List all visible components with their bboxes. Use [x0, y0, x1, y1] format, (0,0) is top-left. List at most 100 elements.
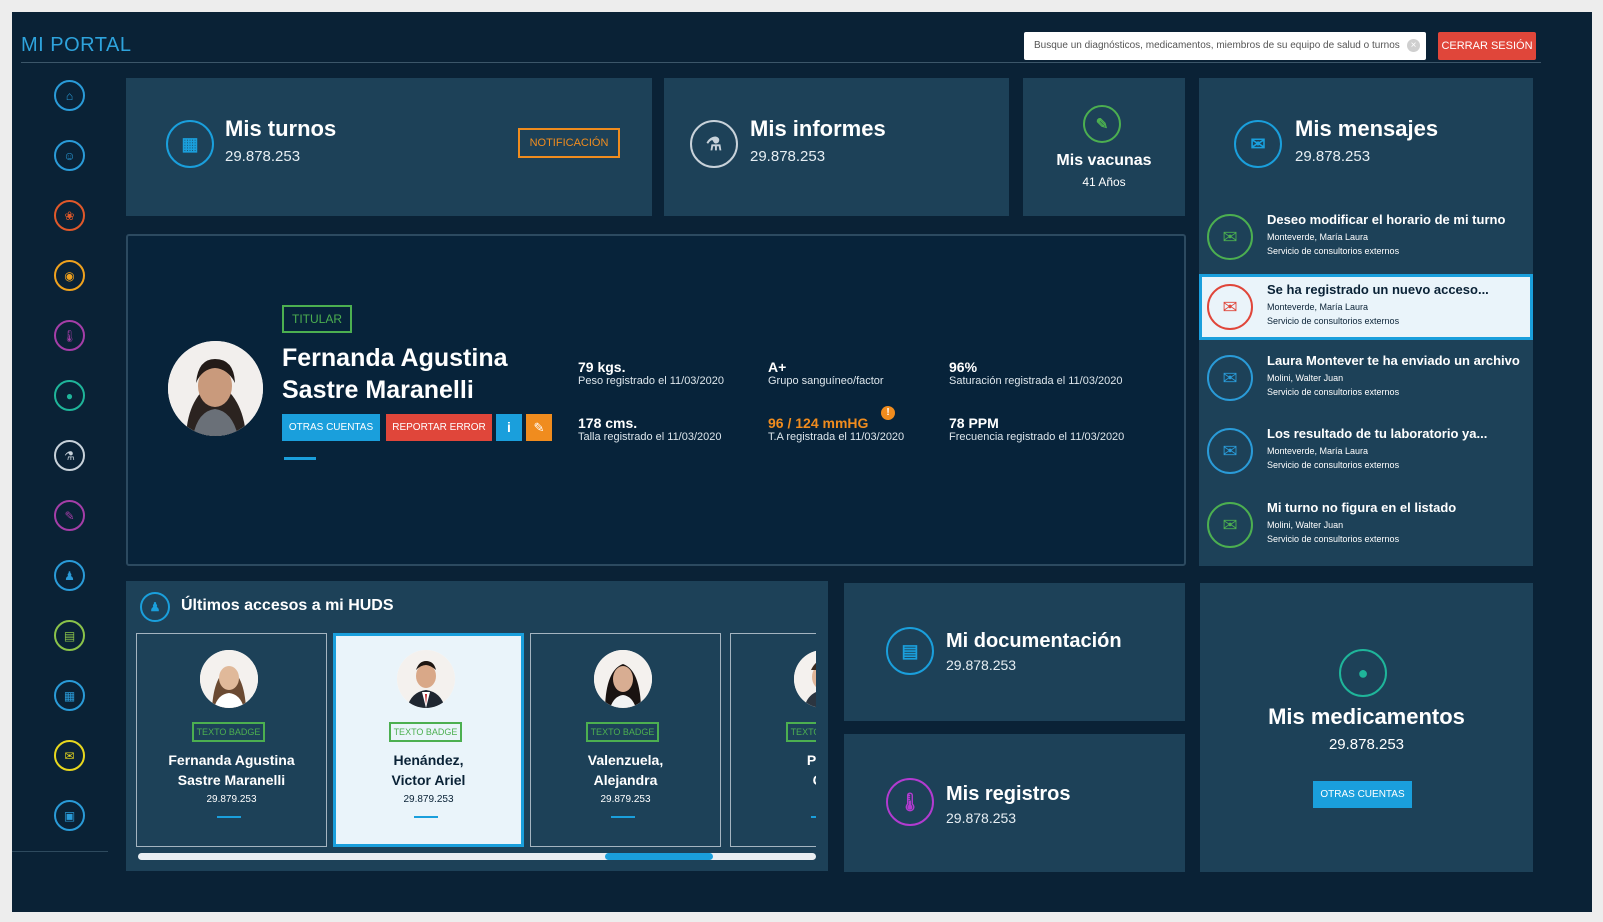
mensajes-number: 29.878.253	[1295, 148, 1371, 165]
briefcase-icon[interactable]: ▣	[54, 800, 85, 831]
message-from: Monteverde, María Laura	[1267, 446, 1369, 456]
message-item[interactable]: ✉ Se ha registrado un nuevo acceso... Mo…	[1199, 274, 1533, 340]
avatar	[168, 341, 263, 436]
document-search-icon[interactable]: ▤	[54, 620, 85, 651]
message-service: Servicio de consultorios externos	[1267, 387, 1400, 397]
clear-search-icon[interactable]: ×	[1407, 39, 1420, 52]
person-card[interactable]: TEXTO BADGE Henández, Victor Ariel 29.87…	[333, 633, 524, 847]
person-name: Henández, Victor Ariel	[336, 750, 521, 790]
alert-icon: !	[881, 406, 895, 420]
profile-name-line1: Fernanda Agustina	[282, 344, 508, 372]
mensajes-title: Mis mensajes	[1295, 116, 1439, 141]
profile-panel: TITULAR Fernanda Agustina Sastre Maranel…	[126, 234, 1186, 566]
profile-underline	[284, 457, 316, 460]
message-item[interactable]: ✉ Laura Montever te ha enviado un archiv…	[1199, 345, 1533, 411]
mail-check-icon: ✉	[1207, 214, 1253, 260]
search-eye-icon[interactable]: ◉	[54, 260, 85, 291]
saturation-value: 96%	[949, 359, 978, 375]
turnos-title: Mis turnos	[225, 116, 337, 141]
person-name-line1: Henández,	[393, 752, 464, 768]
app-title: MI PORTAL	[21, 34, 132, 56]
message-service: Servicio de consultorios externos	[1267, 534, 1400, 544]
height-label: Talla registrado el 11/03/2020	[578, 431, 722, 443]
weight-label: Peso registrado el 11/03/2020	[578, 375, 724, 387]
turnos-card[interactable]: ▦ Mis turnos 29.878.253 NOTIFICACIÓN	[126, 78, 652, 216]
person-badge: TEXTO BADGE	[786, 722, 816, 742]
other-accounts-button[interactable]: OTRAS CUENTAS	[1313, 781, 1412, 808]
person-card[interactable]: TEXTO BADGE Perez Cas 29.8	[730, 633, 816, 847]
saturation-label: Saturación registrada el 11/03/2020	[949, 375, 1123, 387]
person-name: Perez Cas	[731, 750, 816, 790]
person-underline	[611, 816, 635, 818]
syringe-icon: ✎	[1083, 105, 1121, 143]
pulse-value: 78 PPM	[949, 415, 999, 431]
person-badge: TEXTO BADGE	[192, 722, 265, 742]
mensajes-card: ✉ Mis mensajes 29.878.253 ✉ Deseo modifi…	[1199, 78, 1533, 566]
doctor-icon[interactable]: ☺	[54, 140, 85, 171]
logout-button[interactable]: CERRAR SESIÓN	[1438, 32, 1536, 60]
calendar-icon[interactable]: ▦	[54, 680, 85, 711]
person-name-line2: Alejandra	[593, 772, 658, 788]
mail-reply-icon: ✉	[1207, 355, 1253, 401]
notification-button[interactable]: NOTIFICACIÓN	[518, 128, 620, 158]
person-name-line1: Perez	[806, 752, 816, 768]
home-icon[interactable]: ⌂	[54, 80, 85, 111]
person-number: 29.879.253	[403, 794, 454, 805]
vacunas-card[interactable]: ✎ Mis vacunas 41 Años	[1023, 78, 1185, 216]
person-name-line2: Cas	[731, 770, 816, 790]
medicamentos-card[interactable]: ● Mis medicamentos 29.878.253 OTRAS CUEN…	[1200, 583, 1533, 872]
profile-name-line2: Sastre Maranelli	[282, 376, 474, 404]
other-accounts-button[interactable]: OTRAS CUENTAS	[282, 414, 380, 441]
avatar	[794, 650, 816, 708]
person-number: 29.879.253	[206, 794, 257, 805]
mail-icon[interactable]: ✉	[54, 740, 85, 771]
person-card[interactable]: TEXTO BADGE Valenzuela, Alejandra 29.879…	[530, 633, 721, 847]
profile-name: Fernanda Agustina Sastre Maranelli	[282, 342, 508, 406]
person-card[interactable]: TEXTO BADGE Fernanda Agustina Sastre Mar…	[136, 633, 327, 847]
documentacion-number: 29.878.253	[946, 657, 1017, 673]
documentacion-card[interactable]: ▤ Mi documentación 29.878.253	[844, 583, 1185, 721]
mail-alert-icon: ✉	[1207, 284, 1253, 330]
registros-card[interactable]: 🌡 Mis registros 29.878.253	[844, 734, 1185, 872]
accesos-card: ♟ Últimos accesos a mi HUDS TEXTO BADGE …	[126, 581, 828, 871]
person-name: Valenzuela, Alejandra	[531, 750, 720, 790]
turnos-number: 29.878.253	[225, 148, 301, 165]
blood-pressure-label: T.A registrada el 11/03/2020	[768, 431, 905, 443]
app-frame: MI PORTAL Busque un diagnósticos, medica…	[12, 12, 1592, 912]
person-name: Fernanda Agustina Sastre Maranelli	[137, 750, 326, 790]
blood-type-value: A+	[768, 359, 787, 375]
calendar-icon: ▦	[166, 120, 214, 168]
informes-number: 29.878.253	[750, 148, 826, 165]
person-underline	[811, 816, 816, 818]
header-divider	[21, 62, 1541, 63]
message-title: Los resultado de tu laboratorio ya...	[1267, 426, 1488, 441]
info-button[interactable]: i	[496, 414, 522, 441]
height-value: 178 cms.	[578, 415, 638, 431]
search-input[interactable]: Busque un diagnósticos, medicamentos, mi…	[1024, 32, 1426, 60]
pencil-icon: ✎	[533, 420, 545, 435]
message-item[interactable]: ✉ Mi turno no figura en el listado Molin…	[1199, 492, 1533, 558]
thermometer-icon[interactable]: 🌡	[54, 320, 85, 351]
scrollbar-thumb[interactable]	[605, 853, 713, 860]
mail-reply-icon: ✉	[1207, 428, 1253, 474]
pills-icon[interactable]: ●	[54, 380, 85, 411]
syringe-icon[interactable]: ✎	[54, 500, 85, 531]
report-error-button[interactable]: REPORTAR ERROR	[386, 414, 492, 441]
blood-type-label: Grupo sanguíneo/factor	[768, 375, 884, 387]
message-service: Servicio de consultorios externos	[1267, 460, 1400, 470]
scrollbar-track[interactable]	[138, 853, 816, 860]
message-item[interactable]: ✉ Deseo modificar el horario de mi turno…	[1199, 204, 1533, 270]
flask-icon[interactable]: ⚗	[54, 440, 85, 471]
edit-button[interactable]: ✎	[526, 414, 552, 441]
family-icon[interactable]: ♟	[54, 560, 85, 591]
person-name-line1: Fernanda Agustina	[168, 752, 295, 768]
accesos-carousel: TEXTO BADGE Fernanda Agustina Sastre Mar…	[136, 581, 816, 871]
blood-pressure-stat: 96 / 124 mmHG T.A registrada el 11/03/20…	[768, 406, 905, 443]
informes-card[interactable]: ⚗ Mis informes 29.878.253	[664, 78, 1009, 216]
brain-icon[interactable]: ❀	[54, 200, 85, 231]
message-item[interactable]: ✉ Los resultado de tu laboratorio ya... …	[1199, 418, 1533, 484]
weight-stat: 79 kgs. Peso registrado el 11/03/2020	[578, 359, 724, 387]
flask-icon: ⚗	[690, 120, 738, 168]
person-number: 29.8	[731, 794, 817, 805]
person-name-line2: Victor Ariel	[391, 772, 466, 788]
